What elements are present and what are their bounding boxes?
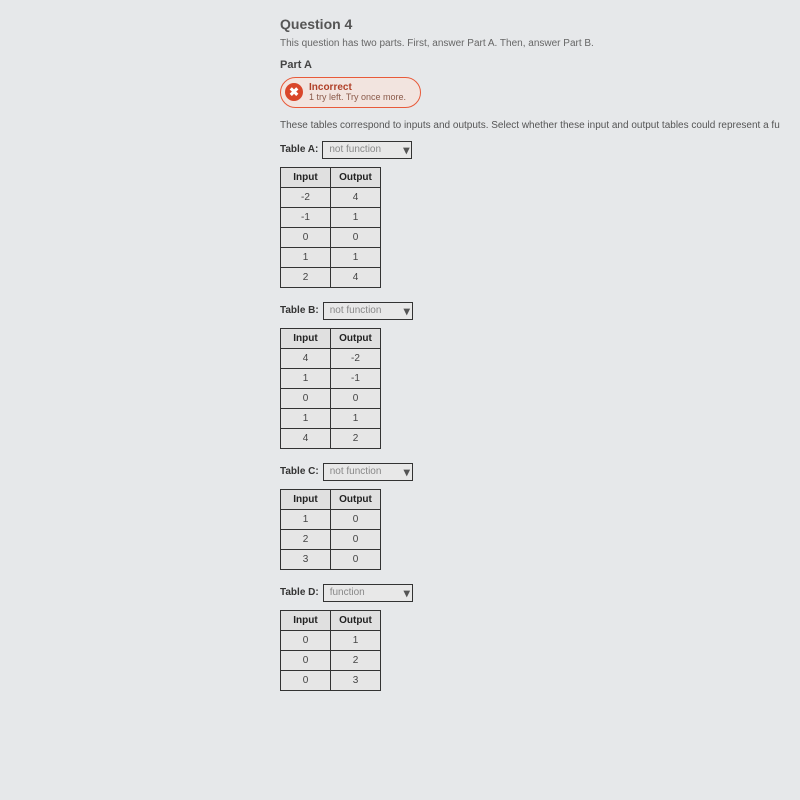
table-cell: -2 [331,348,381,368]
table-row: 1-1 [281,368,381,388]
table-cell: 3 [281,549,331,569]
table-cell: 0 [331,388,381,408]
table-cell: 0 [331,227,381,247]
table-block-a: Table A:not function▾InputOutput-24-1100… [280,141,800,288]
function-select[interactable]: not function ▾ [323,302,413,320]
table-row: 11 [281,408,381,428]
table-cell: 0 [331,509,381,529]
table-label: Table C: [280,466,319,477]
table-row: 30 [281,549,381,569]
question-container: Question 4 This question has two parts. … [280,16,800,691]
table-row: -24 [281,187,381,207]
table-cell: 0 [331,549,381,569]
data-table: InputOutput010203 [280,610,381,691]
table-row: 01 [281,630,381,650]
table-cell: 0 [281,670,331,690]
table-row: 24 [281,267,381,287]
table-cell: 1 [331,207,381,227]
table-label-row: Table B: not function ▾ [280,302,800,328]
table-cell: 1 [281,509,331,529]
table-block-b: Table B:not function▾InputOutput4-21-100… [280,302,800,449]
feedback-pill: ✖ Incorrect 1 try left. Try once more. [280,77,421,108]
table-cell: 1 [331,630,381,650]
table-cell: 0 [331,529,381,549]
column-header: Input [281,167,331,187]
table-label: Table B: [280,305,319,316]
table-label-row: Table C: not function ▾ [280,463,800,489]
table-row: 20 [281,529,381,549]
table-row: -11 [281,207,381,227]
table-block-c: Table C:not function▾InputOutput102030 [280,463,800,570]
question-prompt: These tables correspond to inputs and ou… [280,120,800,131]
table-cell: 1 [331,247,381,267]
column-header: Input [281,610,331,630]
table-row: 11 [281,247,381,267]
table-cell: -1 [281,207,331,227]
table-block-d: Table D:function▾InputOutput010203 [280,584,800,691]
function-select-value: not function [330,305,400,316]
chevron-down-icon: ▾ [404,465,410,479]
data-table: InputOutput4-21-1001142 [280,328,381,449]
table-cell: -2 [281,187,331,207]
function-select[interactable]: function ▾ [323,584,413,602]
table-cell: 2 [331,650,381,670]
table-cell: 4 [281,428,331,448]
part-a-label: Part A [280,59,800,71]
table-cell: 4 [331,187,381,207]
table-cell: 2 [281,267,331,287]
data-table: InputOutput102030 [280,489,381,570]
question-instructions: This question has two parts. First, answ… [280,38,800,49]
chevron-down-icon: ▾ [403,143,409,157]
table-label: Table A: [280,144,318,155]
table-cell: 0 [281,227,331,247]
table-row: 10 [281,509,381,529]
column-header: Output [331,610,381,630]
question-title: Question 4 [280,16,800,32]
incorrect-icon: ✖ [285,83,303,101]
table-cell: 4 [281,348,331,368]
chevron-down-icon: ▾ [404,586,410,600]
table-label-row: Table A: not function ▾ [280,141,800,167]
column-header: Input [281,328,331,348]
table-row: 42 [281,428,381,448]
table-label: Table D: [280,587,319,598]
table-cell: -1 [331,368,381,388]
feedback-tries: 1 try left. Try once more. [309,93,406,103]
table-row: 4-2 [281,348,381,368]
table-cell: 0 [281,650,331,670]
function-select-value: function [330,587,400,598]
column-header: Output [331,167,381,187]
table-cell: 3 [331,670,381,690]
table-cell: 1 [281,247,331,267]
column-header: Output [331,328,381,348]
function-select-value: not function [330,466,400,477]
function-select[interactable]: not function ▾ [322,141,412,159]
function-select[interactable]: not function ▾ [323,463,413,481]
data-table: InputOutput-24-11001124 [280,167,381,288]
table-cell: 0 [281,388,331,408]
table-row: 02 [281,650,381,670]
table-cell: 2 [281,529,331,549]
chevron-down-icon: ▾ [404,304,410,318]
table-cell: 4 [331,267,381,287]
column-header: Output [331,489,381,509]
table-row: 00 [281,227,381,247]
feedback-text: Incorrect 1 try left. Try once more. [309,82,406,103]
table-cell: 1 [331,408,381,428]
table-cell: 0 [281,630,331,650]
function-select-value: not function [329,144,399,155]
table-row: 00 [281,388,381,408]
table-label-row: Table D: function ▾ [280,584,800,610]
column-header: Input [281,489,331,509]
table-row: 03 [281,670,381,690]
table-cell: 1 [281,408,331,428]
table-cell: 2 [331,428,381,448]
table-cell: 1 [281,368,331,388]
